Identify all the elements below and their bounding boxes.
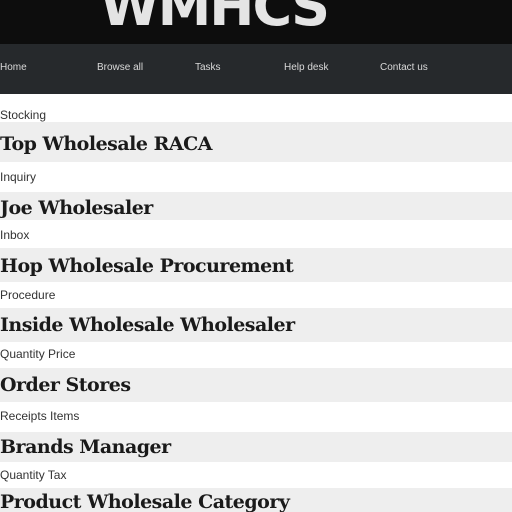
list-row-13[interactable]: Quantity Tax [0, 462, 512, 488]
nav-item-browse[interactable]: Browse all [97, 62, 143, 74]
list-row-1[interactable]: Stocking [0, 98, 512, 122]
list-item-label: Inside Wholesale Wholesaler [0, 314, 295, 336]
site-logo-title[interactable]: WMHCS [100, 0, 330, 34]
page: WMHCS Home Browse all Tasks Help desk Co… [0, 0, 512, 512]
list-row-14[interactable]: Product Wholesale Category [0, 488, 512, 512]
list-row-7[interactable]: Procedure [0, 282, 512, 308]
list-row-5[interactable]: Inbox [0, 220, 512, 248]
list-row-4[interactable]: Joe Wholesaler [0, 192, 512, 220]
nav-item-contact[interactable]: Contact us [380, 62, 428, 74]
list-item-label: Quantity Price [0, 347, 76, 361]
list-item-label: Inbox [0, 228, 30, 242]
site-header: WMHCS [0, 0, 512, 44]
list-row-8[interactable]: Inside Wholesale Wholesaler [0, 308, 512, 342]
list-item-label: Stocking [0, 108, 47, 122]
list-row-3[interactable]: Inquiry [0, 162, 512, 192]
list-row-9[interactable]: Quantity Price [0, 342, 512, 368]
list-row-11[interactable]: Receipts Items [0, 402, 512, 432]
list-item-label: Order Stores [0, 374, 131, 396]
list-item-label: Product Wholesale Category [0, 491, 290, 512]
list-row-6[interactable]: Hop Wholesale Procurement [0, 248, 512, 282]
list-item-label: Quantity Tax [0, 468, 67, 482]
main-navigation: Home Browse all Tasks Help desk Contact … [0, 44, 512, 94]
list-row-12[interactable]: Brands Manager [0, 432, 512, 462]
list-row-2[interactable]: Top Wholesale RACA [0, 122, 512, 162]
list-item-label: Joe Wholesaler [0, 197, 153, 219]
list-item-label: Top Wholesale RACA [0, 133, 213, 155]
nav-item-help[interactable]: Help desk [284, 62, 328, 74]
list-item-label: Brands Manager [0, 436, 171, 458]
list-item-label: Hop Wholesale Procurement [0, 255, 294, 277]
nav-item-tasks[interactable]: Tasks [195, 62, 221, 74]
category-list: Stocking Top Wholesale RACA Inquiry Joe … [0, 98, 512, 512]
nav-item-home[interactable]: Home [0, 62, 27, 74]
list-item-label: Inquiry [0, 170, 37, 184]
list-row-10[interactable]: Order Stores [0, 368, 512, 402]
list-item-label: Procedure [0, 288, 56, 302]
list-item-label: Receipts Items [0, 409, 80, 423]
